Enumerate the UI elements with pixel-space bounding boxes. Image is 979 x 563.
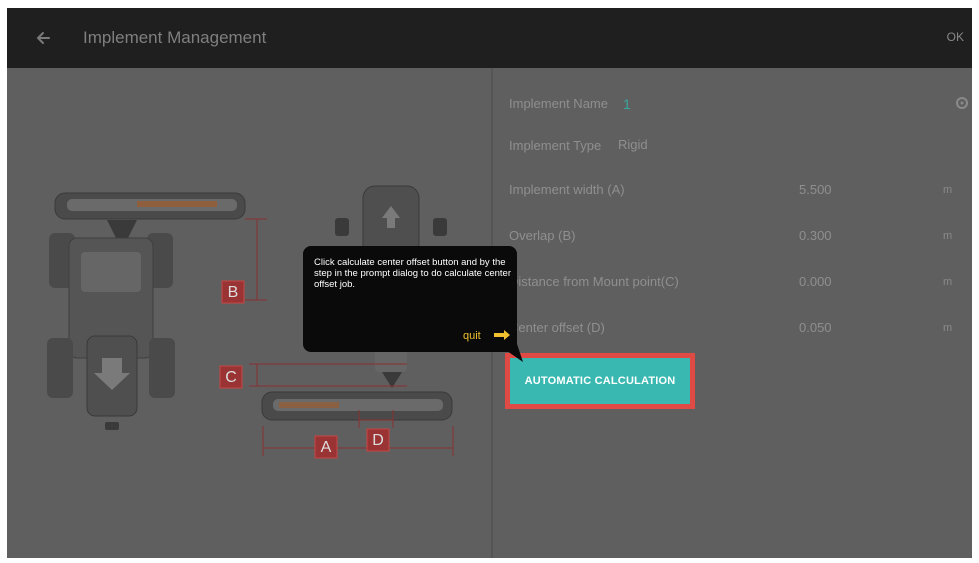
svg-text:D: D bbox=[372, 432, 384, 449]
dimension-label-a: A bbox=[314, 435, 338, 459]
app-window: Implement Management OK B C A D Implemen… bbox=[7, 8, 972, 558]
implement-name-value[interactable]: 1 bbox=[623, 96, 631, 112]
settings-panel: Implement Name 1 Implement Type Rigid Im… bbox=[493, 68, 972, 558]
guide-tooltip: Click calculate center offset button and… bbox=[303, 246, 517, 352]
page-title: Implement Management bbox=[83, 28, 267, 47]
automatic-calculation-button[interactable]: AUTOMATIC CALCULATION bbox=[510, 358, 690, 404]
implement-name-label: Implement Name bbox=[509, 96, 608, 111]
app-header: Implement Management OK bbox=[7, 8, 972, 68]
ok-button[interactable]: OK bbox=[947, 30, 964, 44]
overlap-unit: m bbox=[943, 230, 953, 242]
dimension-label-b: B bbox=[221, 280, 245, 304]
tooltip-text: Click calculate center offset button and… bbox=[314, 257, 511, 290]
overlap-value[interactable]: 0.300 bbox=[799, 228, 832, 243]
mount-distance-label: Distance from Mount point(C) bbox=[509, 274, 679, 289]
dimension-label-c: C bbox=[219, 365, 243, 389]
width-unit: m bbox=[943, 184, 953, 196]
implement-type-label: Implement Type bbox=[509, 138, 602, 153]
center-offset-unit: m bbox=[943, 322, 953, 334]
width-label: Implement width (A) bbox=[509, 182, 625, 197]
quit-button[interactable]: quit bbox=[463, 330, 481, 342]
width-value[interactable]: 5.500 bbox=[799, 182, 832, 197]
arrow-left-icon bbox=[36, 32, 50, 44]
center-offset-label: Center offset (D) bbox=[509, 320, 605, 335]
pointing-hand-icon[interactable] bbox=[493, 329, 511, 341]
overlap-label: Overlap (B) bbox=[509, 228, 576, 243]
implement-type-value[interactable]: Rigid bbox=[618, 137, 648, 152]
svg-text:A: A bbox=[321, 439, 332, 456]
mount-distance-unit: m bbox=[943, 276, 953, 288]
auto-calc-highlight: AUTOMATIC CALCULATION bbox=[505, 353, 695, 409]
back-button[interactable] bbox=[29, 24, 57, 52]
svg-text:C: C bbox=[225, 369, 237, 386]
tractor-left-icon bbox=[47, 192, 246, 430]
dimension-label-d: D bbox=[366, 428, 390, 452]
mount-distance-value[interactable]: 0.000 bbox=[799, 274, 832, 289]
center-offset-value[interactable]: 0.050 bbox=[799, 320, 832, 335]
gear-icon[interactable] bbox=[955, 96, 969, 110]
svg-text:B: B bbox=[228, 284, 239, 301]
